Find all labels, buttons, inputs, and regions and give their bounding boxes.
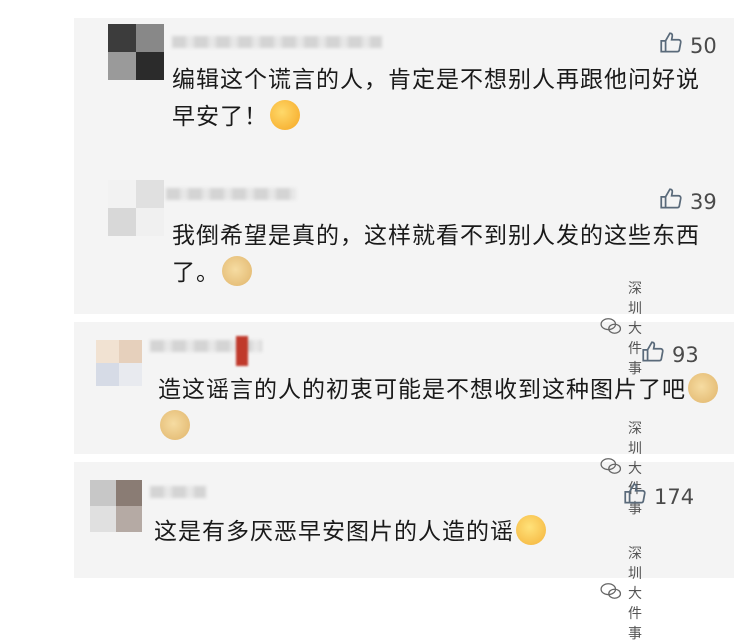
avatar[interactable] (108, 24, 164, 80)
like-button[interactable]: 50 (658, 30, 717, 61)
doge-emoji (688, 373, 718, 403)
avatar[interactable] (108, 180, 164, 236)
avatar-badge (236, 336, 248, 366)
username-blurred[interactable] (172, 36, 382, 48)
watermark: 深圳大件事 (600, 543, 642, 643)
wechat-icon (600, 457, 622, 479)
like-button[interactable]: 39 (658, 186, 717, 217)
like-button[interactable]: 174 (622, 481, 694, 512)
username-blurred[interactable] (150, 486, 206, 498)
wechat-icon (600, 317, 622, 339)
like-count: 39 (690, 189, 717, 214)
like-count: 50 (690, 33, 717, 58)
like-count: 174 (654, 484, 695, 509)
doge-emoji (222, 256, 252, 286)
sweat-smile-emoji (516, 515, 546, 545)
facepalm-cry-emoji (270, 100, 300, 130)
avatar[interactable] (96, 340, 142, 386)
thumbs-up-icon (658, 30, 684, 61)
thumbs-up-icon (658, 186, 684, 217)
thumbs-up-icon (640, 339, 666, 370)
like-button[interactable]: 93 (640, 339, 699, 370)
watermark: 深圳大件事 (600, 278, 642, 378)
doge-emoji (160, 410, 190, 440)
comment-text: 编辑这个谎言的人，肯定是不想别人再跟他问好说早安了！ (172, 67, 700, 130)
comment-text: 这是有多厌恶早安图片的人造的谣 (154, 514, 614, 551)
thumbs-up-icon (622, 481, 648, 512)
like-count: 93 (672, 342, 699, 367)
username-blurred[interactable] (166, 188, 296, 200)
avatar[interactable] (90, 480, 142, 532)
wechat-icon (600, 582, 622, 604)
